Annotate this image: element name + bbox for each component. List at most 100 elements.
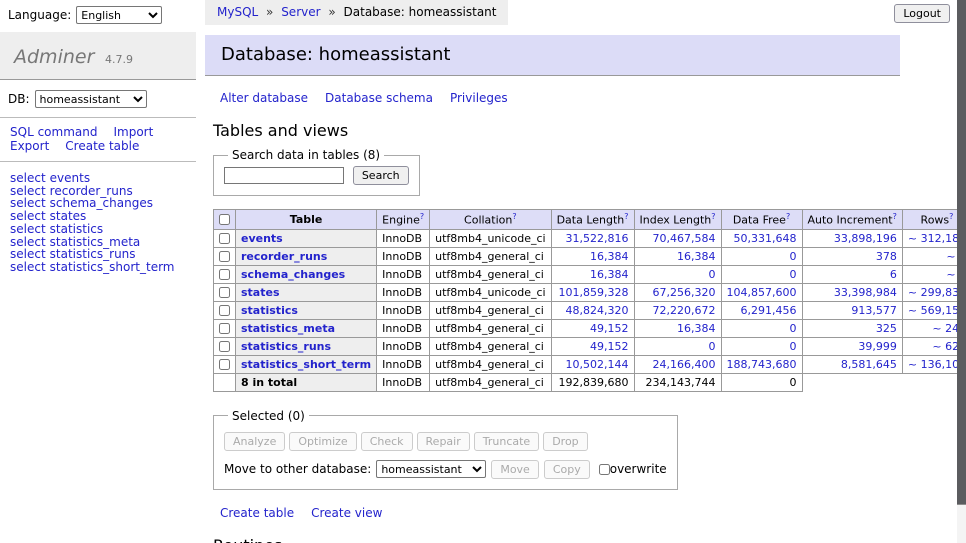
create-table-link[interactable]: Create table [220, 506, 294, 520]
search-button[interactable]: Search [353, 166, 409, 185]
table-name-link[interactable]: events [241, 232, 283, 245]
truncate-button[interactable]: Truncate [474, 432, 539, 451]
help-icon[interactable]: ? [786, 212, 790, 221]
table-name-link[interactable]: schema_changes [241, 268, 345, 281]
selected-fieldset: Selected (0) AnalyzeOptimizeCheckRepairT… [213, 409, 678, 490]
move-button[interactable]: Move [491, 460, 539, 479]
data-length-link[interactable]: 16,384 [590, 268, 629, 281]
table-name-link[interactable]: states [241, 286, 280, 299]
select-link[interactable]: select [10, 209, 46, 223]
row-checkbox[interactable] [219, 287, 230, 298]
data-free-link[interactable]: 104,857,600 [727, 286, 797, 299]
check-button[interactable]: Check [361, 432, 413, 451]
adminer-logo[interactable]: Adminer [14, 46, 94, 68]
sidebar-action-link[interactable]: SQL command [10, 125, 97, 139]
data-length-link[interactable]: 48,824,320 [566, 304, 629, 317]
table-name-link[interactable]: recorder_runs [241, 250, 327, 263]
select-link[interactable]: select [10, 171, 46, 185]
data-free-link[interactable]: 6,291,456 [741, 304, 797, 317]
index-length-link[interactable]: 72,220,672 [653, 304, 716, 317]
breadcrumb-link[interactable]: MySQL [217, 5, 258, 19]
auto-increment-link[interactable]: 39,999 [858, 340, 897, 353]
auto-increment-link[interactable]: 325 [876, 322, 897, 335]
row-checkbox-cell [214, 319, 236, 337]
db-action-link[interactable]: Alter database [220, 91, 308, 105]
db-select[interactable]: homeassistant [35, 90, 147, 108]
help-icon[interactable]: ? [512, 212, 516, 221]
help-icon[interactable]: ? [711, 212, 715, 221]
select-all-checkbox[interactable] [219, 214, 230, 225]
db-action-link[interactable]: Privileges [450, 91, 508, 105]
row-checkbox[interactable] [219, 233, 230, 244]
table-name-link[interactable]: statistics_runs [241, 340, 331, 353]
auto-increment-link[interactable]: 6 [890, 268, 897, 281]
auto-increment-link-cell: 8,581,645 [802, 355, 902, 373]
db-label: DB: [8, 92, 30, 106]
data-length-link[interactable]: 31,522,816 [566, 232, 629, 245]
analyze-button[interactable]: Analyze [224, 432, 285, 451]
index-length-link-cell: 0 [634, 337, 721, 355]
create-view-link[interactable]: Create view [311, 506, 382, 520]
data-free-link[interactable]: 0 [790, 268, 797, 281]
index-length-link-cell: 24,166,400 [634, 355, 721, 373]
auto-increment-link[interactable]: 378 [876, 250, 897, 263]
index-length-link[interactable]: 67,256,320 [653, 286, 716, 299]
sidebar-action-link[interactable]: Import [113, 125, 153, 139]
help-icon[interactable]: ? [420, 212, 424, 221]
row-checkbox[interactable] [219, 323, 230, 334]
data-length-link[interactable]: 49,152 [590, 322, 629, 335]
help-icon[interactable]: ? [624, 212, 628, 221]
table-name-link[interactable]: statistics [241, 304, 298, 317]
data-length-link[interactable]: 16,384 [590, 250, 629, 263]
row-checkbox[interactable] [219, 269, 230, 280]
scrollbar[interactable] [957, 0, 966, 543]
data-free-link[interactable]: 50,331,648 [734, 232, 797, 245]
data-free-link-cell: 188,743,680 [721, 355, 802, 373]
row-checkbox[interactable] [219, 341, 230, 352]
index-length-link[interactable]: 16,384 [677, 250, 716, 263]
drop-button[interactable]: Drop [543, 432, 587, 451]
help-icon[interactable]: ? [949, 212, 953, 221]
index-length-link[interactable]: 70,467,584 [653, 232, 716, 245]
auto-increment-link[interactable]: 33,898,196 [834, 232, 897, 245]
copy-button[interactable]: Copy [544, 460, 590, 479]
collation-cell: utf8mb4_general_ci [430, 337, 551, 355]
optimize-button[interactable]: Optimize [289, 432, 356, 451]
row-checkbox[interactable] [219, 305, 230, 316]
data-length-link[interactable]: 101,859,328 [559, 286, 629, 299]
table-name-link[interactable]: statistics_meta [241, 322, 335, 335]
auto-increment-link[interactable]: 33,398,984 [834, 286, 897, 299]
overwrite-checkbox[interactable] [599, 464, 610, 475]
auto-increment-link[interactable]: 8,581,645 [841, 358, 897, 371]
data-length-link[interactable]: 10,502,144 [566, 358, 629, 371]
table-name-link[interactable]: statistics_short_term [241, 358, 371, 371]
row-checkbox[interactable] [219, 251, 230, 262]
auto-increment-link[interactable]: 913,577 [851, 304, 897, 317]
repair-button[interactable]: Repair [417, 432, 470, 451]
db-action-link[interactable]: Database schema [325, 91, 433, 105]
data-length-link[interactable]: 49,152 [590, 340, 629, 353]
sidebar-action-link[interactable]: Export [10, 139, 49, 153]
index-length-link[interactable]: 0 [709, 268, 716, 281]
search-input[interactable] [224, 167, 344, 184]
row-checkbox[interactable] [219, 359, 230, 370]
data-free-link[interactable]: 0 [790, 322, 797, 335]
language-select[interactable]: English [76, 6, 162, 24]
move-db-select[interactable]: homeassistant [376, 460, 486, 478]
data-free-link[interactable]: 0 [790, 340, 797, 353]
select-link[interactable]: select [10, 222, 46, 236]
breadcrumb-link[interactable]: Server [281, 5, 320, 19]
help-icon[interactable]: ? [893, 212, 897, 221]
scrollbar-thumb[interactable] [957, 0, 966, 505]
data-free-link[interactable]: 0 [790, 250, 797, 263]
select-link[interactable]: select [10, 260, 46, 274]
table-link[interactable]: statistics_short_term [50, 260, 175, 274]
logout-button[interactable]: Logout [894, 4, 950, 23]
index-length-link[interactable]: 0 [709, 340, 716, 353]
engine-cell: InnoDB [377, 247, 430, 265]
data-free-link-cell: 104,857,600 [721, 283, 802, 301]
data-free-link[interactable]: 188,743,680 [727, 358, 797, 371]
index-length-link[interactable]: 16,384 [677, 322, 716, 335]
index-length-link[interactable]: 24,166,400 [653, 358, 716, 371]
sidebar-action-link[interactable]: Create table [65, 139, 139, 153]
